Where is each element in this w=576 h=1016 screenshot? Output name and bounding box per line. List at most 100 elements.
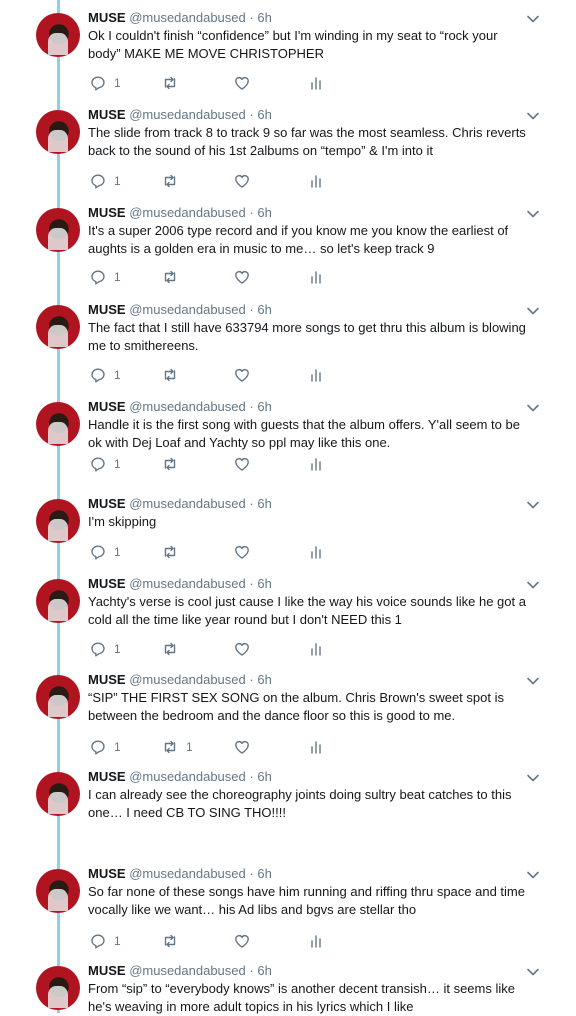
retweet-button[interactable]: [162, 365, 186, 385]
user-handle[interactable]: @musedandabused: [129, 10, 246, 25]
analytics-button[interactable]: [308, 639, 324, 659]
like-button[interactable]: [234, 737, 258, 757]
timestamp[interactable]: 6h: [257, 769, 271, 784]
avatar[interactable]: [36, 966, 80, 1010]
timestamp[interactable]: 6h: [257, 107, 271, 122]
analytics-button[interactable]: [308, 737, 324, 757]
display-name[interactable]: MUSE: [88, 107, 126, 122]
avatar[interactable]: [36, 869, 80, 913]
bar-chart-icon: [311, 935, 321, 948]
timestamp[interactable]: 6h: [257, 302, 271, 317]
tweet-text: I can already see the choreography joint…: [88, 787, 512, 820]
user-handle[interactable]: @musedandabused: [129, 496, 246, 511]
chevron-down-icon[interactable]: [526, 109, 540, 123]
reply-button[interactable]: 1: [90, 639, 121, 659]
timestamp[interactable]: 6h: [257, 866, 271, 881]
reply-button[interactable]: 1: [90, 542, 121, 562]
display-name[interactable]: MUSE: [88, 205, 126, 220]
chevron-down-icon[interactable]: [526, 771, 540, 785]
analytics-button[interactable]: [308, 171, 324, 191]
like-button[interactable]: [234, 365, 258, 385]
reply-count: 1: [114, 934, 121, 948]
like-button[interactable]: [234, 73, 258, 93]
user-handle[interactable]: @musedandabused: [129, 205, 246, 220]
analytics-button[interactable]: [308, 931, 324, 951]
reply-count: 1: [114, 76, 121, 90]
reply-button[interactable]: 1: [90, 454, 121, 474]
like-button[interactable]: [234, 639, 258, 659]
chevron-down-icon[interactable]: [526, 207, 540, 221]
heart-icon: [235, 935, 249, 948]
like-button[interactable]: [234, 267, 258, 287]
display-name[interactable]: MUSE: [88, 576, 126, 591]
avatar[interactable]: [36, 772, 80, 816]
display-name[interactable]: MUSE: [88, 10, 126, 25]
chevron-down-icon[interactable]: [526, 498, 540, 512]
timestamp[interactable]: 6h: [257, 963, 271, 978]
analytics-button[interactable]: [308, 542, 324, 562]
display-name[interactable]: MUSE: [88, 866, 126, 881]
tweet-text: The fact that I still have 633794 more s…: [88, 320, 526, 353]
reply-button[interactable]: 1: [90, 365, 121, 385]
retweet-button[interactable]: [162, 639, 186, 659]
avatar[interactable]: [36, 675, 80, 719]
user-handle[interactable]: @musedandabused: [129, 769, 246, 784]
reply-button[interactable]: 1: [90, 73, 121, 93]
chevron-down-icon[interactable]: [526, 674, 540, 688]
chevron-down-icon[interactable]: [526, 12, 540, 26]
analytics-button[interactable]: [308, 73, 324, 93]
retweet-button[interactable]: [162, 171, 186, 191]
user-handle[interactable]: @musedandabused: [129, 302, 246, 317]
chevron-down-icon[interactable]: [526, 868, 540, 882]
display-name[interactable]: MUSE: [88, 769, 126, 784]
analytics-button[interactable]: [308, 365, 324, 385]
timestamp[interactable]: 6h: [257, 399, 271, 414]
retweet-button[interactable]: [162, 73, 186, 93]
tweet-header: MUSE @musedandabused · 6h: [88, 399, 272, 414]
analytics-button[interactable]: [308, 267, 324, 287]
timestamp[interactable]: 6h: [257, 576, 271, 591]
retweet-button[interactable]: [162, 931, 186, 951]
display-name[interactable]: MUSE: [88, 963, 126, 978]
timestamp[interactable]: 6h: [257, 10, 271, 25]
user-handle[interactable]: @musedandabused: [129, 672, 246, 687]
display-name[interactable]: MUSE: [88, 672, 126, 687]
retweet-button[interactable]: 1: [162, 737, 193, 757]
display-name[interactable]: MUSE: [88, 496, 126, 511]
display-name[interactable]: MUSE: [88, 302, 126, 317]
chevron-down-icon[interactable]: [526, 401, 540, 415]
avatar[interactable]: [36, 579, 80, 623]
retweet-button[interactable]: [162, 542, 186, 562]
retweet-icon: [164, 76, 176, 90]
user-handle[interactable]: @musedandabused: [129, 576, 246, 591]
user-handle[interactable]: @musedandabused: [129, 963, 246, 978]
like-button[interactable]: [234, 454, 258, 474]
reply-button[interactable]: 1: [90, 737, 121, 757]
avatar[interactable]: [36, 305, 80, 349]
timestamp[interactable]: 6h: [257, 496, 271, 511]
retweet-button[interactable]: [162, 267, 186, 287]
avatar[interactable]: [36, 402, 80, 446]
like-button[interactable]: [234, 542, 258, 562]
chevron-down-icon[interactable]: [526, 304, 540, 318]
user-handle[interactable]: @musedandabused: [129, 107, 246, 122]
retweet-button[interactable]: [162, 454, 186, 474]
avatar[interactable]: [36, 110, 80, 154]
timestamp[interactable]: 6h: [257, 672, 271, 687]
user-handle[interactable]: @musedandabused: [129, 399, 246, 414]
like-button[interactable]: [234, 931, 258, 951]
reply-button[interactable]: 1: [90, 931, 121, 951]
avatar[interactable]: [36, 13, 80, 57]
bar-chart-icon: [311, 458, 321, 471]
chevron-down-icon[interactable]: [526, 578, 540, 592]
chevron-down-icon[interactable]: [526, 965, 540, 979]
reply-button[interactable]: 1: [90, 171, 121, 191]
display-name[interactable]: MUSE: [88, 399, 126, 414]
avatar[interactable]: [36, 208, 80, 252]
timestamp[interactable]: 6h: [257, 205, 271, 220]
reply-button[interactable]: 1: [90, 267, 121, 287]
analytics-button[interactable]: [308, 454, 324, 474]
user-handle[interactable]: @musedandabused: [129, 866, 246, 881]
avatar[interactable]: [36, 499, 80, 543]
like-button[interactable]: [234, 171, 258, 191]
